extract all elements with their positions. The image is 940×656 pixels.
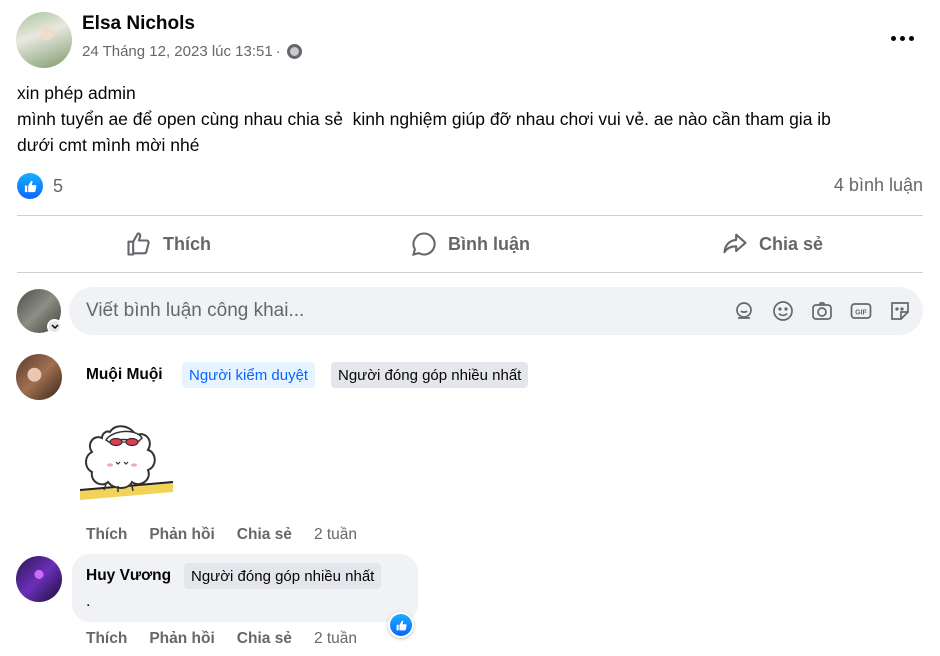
comment-bubble-icon xyxy=(412,232,436,256)
comment-reply-button[interactable]: Phản hồi xyxy=(149,630,214,648)
comment-like-button[interactable]: Thích xyxy=(86,526,127,544)
post-text-line: mình tuyển ae để open cùng nhau chia sẻ … xyxy=(17,109,831,129)
comment-time[interactable]: 2 tuần xyxy=(314,526,357,544)
meta-separator: · xyxy=(275,43,281,60)
divider xyxy=(17,215,923,216)
post-text-line: dưới cmt mình mời nhé xyxy=(17,135,200,155)
like-button-label: Thích xyxy=(163,233,211,254)
post-header: Elsa Nichols 24 Tháng 12, 2023 lúc 13:51… xyxy=(16,12,924,68)
post-timestamp[interactable]: 24 Tháng 12, 2023 lúc 13:51 xyxy=(82,43,273,60)
post-text: xin phép admin mình tuyển ae để open cùn… xyxy=(17,80,923,158)
dot-icon xyxy=(890,35,896,41)
share-button[interactable]: Chia sẻ xyxy=(621,218,923,270)
svg-text:GIF: GIF xyxy=(855,310,867,317)
like-button[interactable]: Thích xyxy=(17,218,319,270)
comment-input[interactable]: Viết bình luận công khai... GIF xyxy=(69,287,923,335)
post-meta: 24 Tháng 12, 2023 lúc 13:51 · xyxy=(82,43,302,60)
dot-icon xyxy=(908,35,914,41)
author-name[interactable]: Elsa Nichols xyxy=(82,13,195,35)
sticker-image xyxy=(79,425,174,500)
comment-author-avatar[interactable] xyxy=(16,556,62,602)
divider xyxy=(17,272,923,273)
composer-tools: GIF xyxy=(731,298,913,324)
reactions-summary[interactable]: 5 xyxy=(17,172,63,200)
comment-composer: Viết bình luận công khai... GIF xyxy=(17,287,923,335)
moderator-badge[interactable]: Người kiểm duyệt xyxy=(182,362,316,388)
camera-icon[interactable] xyxy=(809,298,835,324)
comment-share-button[interactable]: Chia sẻ xyxy=(237,630,292,648)
reaction-count: 5 xyxy=(53,175,64,196)
comment-reaction[interactable] xyxy=(388,612,414,638)
avatar-sticker-icon[interactable] xyxy=(731,298,757,324)
comment-actions: Thích Phản hồi Chia sẻ 2 tuần xyxy=(86,630,357,648)
emoji-icon[interactable] xyxy=(770,298,796,324)
comment-like-button[interactable]: Thích xyxy=(86,630,127,648)
gif-icon[interactable]: GIF xyxy=(848,298,874,324)
top-contributor-badge[interactable]: Người đóng góp nhiều nhất xyxy=(331,362,529,388)
dot-icon xyxy=(899,35,905,41)
comment-actions: Thích Phản hồi Chia sẻ 2 tuần xyxy=(86,526,357,544)
like-reaction-icon xyxy=(17,173,43,199)
comment-text: . xyxy=(86,593,91,610)
like-reaction-icon xyxy=(390,614,412,636)
comment-share-button[interactable]: Chia sẻ xyxy=(237,526,292,544)
author-avatar[interactable] xyxy=(16,12,72,68)
comment-button[interactable]: Bình luận xyxy=(319,218,621,270)
sticker-icon[interactable] xyxy=(887,298,913,324)
comment-time[interactable]: 2 tuần xyxy=(314,630,357,648)
more-options-button[interactable] xyxy=(882,24,922,52)
top-contributor-badge[interactable]: Người đóng góp nhiều nhất xyxy=(184,563,382,589)
comment-author-name[interactable]: Muội Muội xyxy=(86,366,163,384)
comment-author-name[interactable]: Huy Vương xyxy=(86,567,171,585)
comment-reply-button[interactable]: Phản hồi xyxy=(149,526,214,544)
post-action-bar: Thích Bình luận Chia sẻ xyxy=(17,218,923,270)
share-button-label: Chia sẻ xyxy=(758,233,824,254)
share-arrow-icon xyxy=(723,233,747,254)
comment-placeholder: Viết bình luận công khai... xyxy=(86,300,305,321)
comment-count[interactable]: 4 bình luận xyxy=(834,175,923,196)
post-text-line: xin phép admin xyxy=(17,83,136,103)
thumbs-up-icon xyxy=(127,232,150,256)
chevron-down-icon[interactable] xyxy=(47,319,62,334)
globe-icon[interactable] xyxy=(286,44,302,59)
comment-author-avatar[interactable] xyxy=(16,354,62,400)
comment-button-label: Bình luận xyxy=(448,233,530,254)
